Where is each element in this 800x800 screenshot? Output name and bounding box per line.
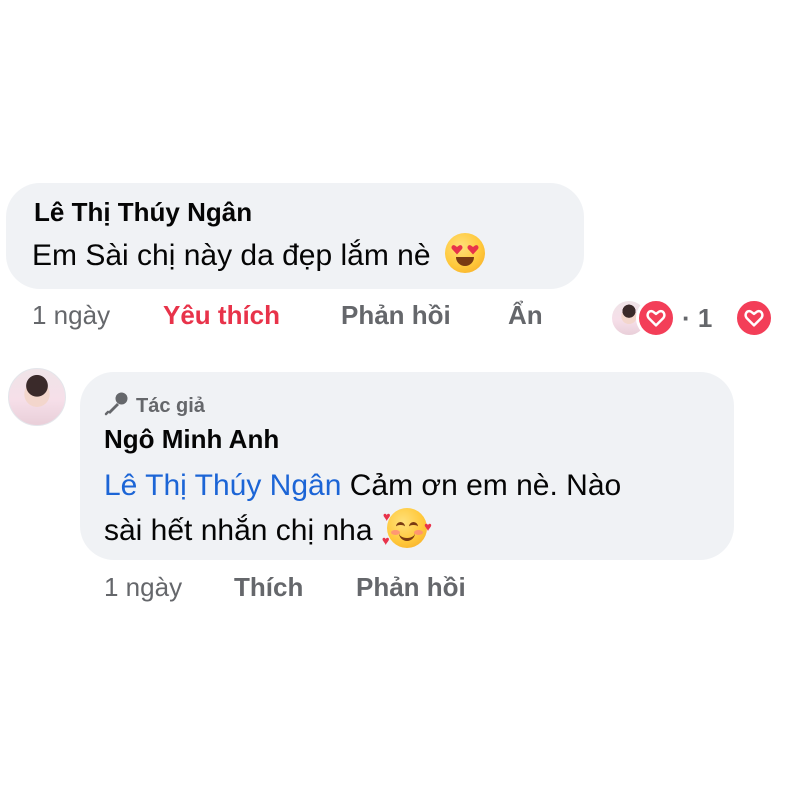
comment-time[interactable]: 1 ngày (32, 300, 110, 331)
reply-text-line-1: Lê Thị Thúy Ngân Cảm ơn em nè. Nào (104, 464, 621, 508)
avatar[interactable] (8, 368, 66, 426)
author-badge: Tác giả (104, 390, 205, 418)
reaction-count: · 1 (682, 303, 713, 333)
love-reaction-icon (734, 298, 774, 338)
reply-text-part-2: sài hết nhắn chị nha (104, 514, 373, 547)
reply-actions: 1 ngày Thích Phản hồi (0, 572, 800, 612)
reply-text-part-1: Cảm ơn em nè. Nào (349, 469, 622, 502)
comment-text: Em Sài chị này da đẹp lắm nè (32, 233, 485, 278)
reply-time[interactable]: 1 ngày (104, 572, 182, 603)
reply-bubble: Tác giả Ngô Minh Anh Lê Thị Thúy Ngân Cả… (80, 372, 734, 560)
reply-button[interactable]: Phản hồi (356, 572, 466, 603)
like-button[interactable]: Thích (234, 572, 303, 603)
love-reaction-icon (636, 298, 676, 338)
smiling-face-with-hearts-emoji-icon: ♥ ♥ ♥ (381, 508, 432, 548)
reply-text: Lê Thị Thúy Ngân Cảm ơn em nè. Nào sài h… (104, 464, 621, 553)
author-badge-label: Tác giả (136, 395, 205, 417)
comment-actions: 1 ngày Yêu thích Phản hồi Ẩn (0, 300, 800, 340)
heart-eyes-emoji-icon (444, 233, 485, 273)
reply-button[interactable]: Phản hồi (341, 300, 451, 331)
microphone-icon (104, 392, 128, 416)
comment-text-content: Em Sài chị này da đẹp lắm nè (32, 239, 431, 272)
hide-button[interactable]: Ẩn (508, 300, 543, 331)
comment-author[interactable]: Lê Thị Thúy Ngân (34, 197, 252, 228)
comment-bubble: Lê Thị Thúy Ngân Em Sài chị này da đẹp l… (6, 183, 584, 289)
like-button[interactable]: Yêu thích (163, 300, 280, 331)
reply-author[interactable]: Ngô Minh Anh (104, 424, 279, 455)
reply-text-line-2: sài hết nhắn chị nha ♥ ♥ ♥ (104, 508, 621, 553)
mention-link[interactable]: Lê Thị Thúy Ngân (104, 469, 341, 502)
